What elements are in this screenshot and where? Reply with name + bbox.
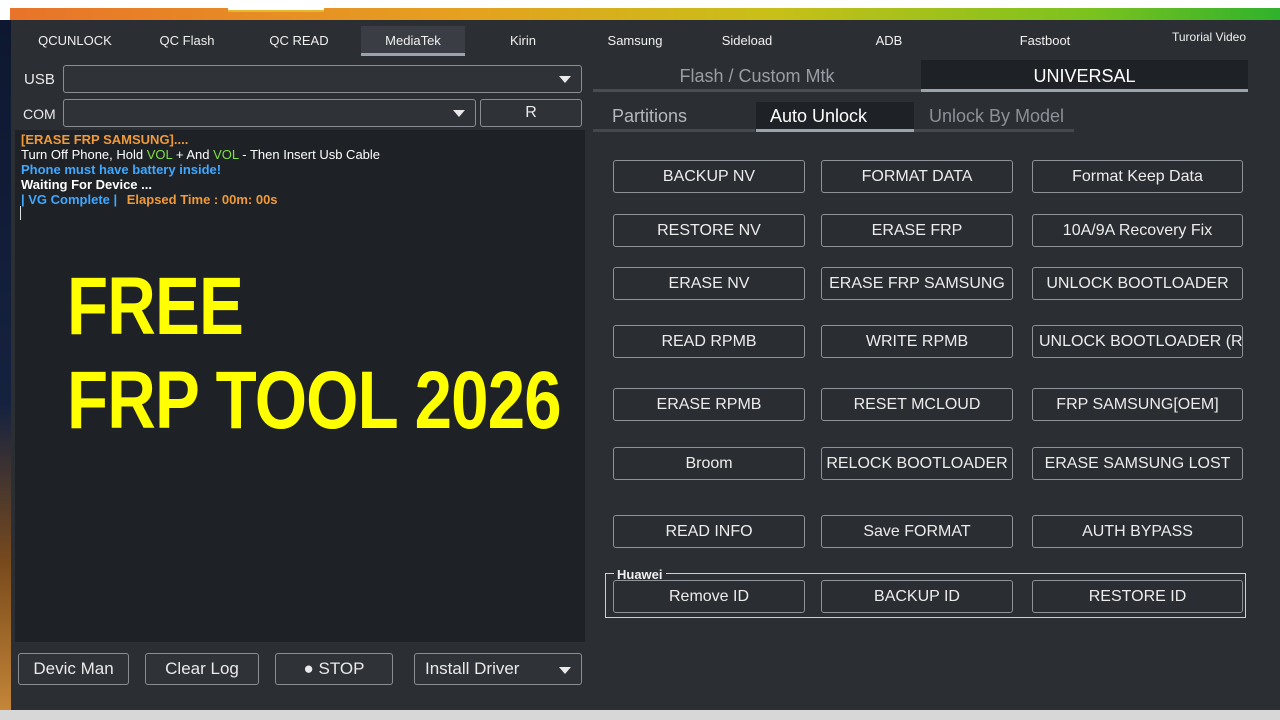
tab-qc-flash[interactable]: QC Flash: [137, 26, 237, 56]
recovery-fix-button[interactable]: 10A/9A Recovery Fix: [1032, 214, 1243, 247]
bottom-strip: [0, 710, 1280, 720]
title-gradient: [10, 8, 1280, 20]
relock-bootloader-button[interactable]: RELOCK BOOTLOADER: [821, 447, 1013, 480]
erase-nv-button[interactable]: ERASE NV: [613, 267, 805, 300]
backup-nv-button[interactable]: BACKUP NV: [613, 160, 805, 193]
chevron-down-icon: [453, 110, 465, 117]
restore-nv-button[interactable]: RESTORE NV: [613, 214, 805, 247]
erase-samsung-lost-button[interactable]: ERASE SAMSUNG LOST: [1032, 447, 1243, 480]
reset-mcloud-button[interactable]: RESET MCLOUD: [821, 388, 1013, 421]
log-vol-highlight: VOL: [213, 147, 239, 162]
log-line-status: | VG Complete | Elapsed Time : 00m: 00s: [21, 192, 278, 207]
tab-qc-read[interactable]: QC READ: [249, 26, 349, 56]
chevron-down-icon: [559, 76, 571, 83]
main-tab-bar: QCUNLOCK QC Flash QC READ MediaTek Kirin…: [11, 20, 1280, 60]
log-vg-complete: | VG Complete |: [21, 192, 118, 207]
title-bar: [0, 0, 1280, 20]
tab-flash-custom-mtk[interactable]: Flash / Custom Mtk: [593, 60, 921, 92]
refresh-button[interactable]: R: [480, 99, 582, 127]
frp-samsung-oem-button[interactable]: FRP SAMSUNG[OEM]: [1032, 388, 1243, 421]
erase-frp-samsung-button[interactable]: ERASE FRP SAMSUNG: [821, 267, 1013, 300]
tab-universal[interactable]: UNIVERSAL: [921, 60, 1248, 92]
subtab-unlock-by-model[interactable]: Unlock By Model: [914, 102, 1074, 132]
log-line-battery: Phone must have battery inside!: [21, 162, 222, 177]
tab-sideload[interactable]: Sideload: [697, 26, 797, 56]
write-rpmb-button[interactable]: WRITE RPMB: [821, 325, 1013, 358]
tab-fastboot[interactable]: Fastboot: [995, 26, 1095, 56]
tab-mediatek[interactable]: MediaTek: [361, 26, 465, 56]
backup-id-button[interactable]: BACKUP ID: [821, 580, 1013, 613]
auth-bypass-button[interactable]: AUTH BYPASS: [1032, 515, 1243, 548]
overlay-title-line1: FREE: [67, 261, 244, 352]
com-dropdown[interactable]: [63, 99, 476, 127]
tutorial-video-link[interactable]: Turorial Video: [1159, 22, 1259, 52]
com-label: COM: [23, 106, 56, 122]
text-cursor: [20, 206, 21, 220]
log-line-waiting: Waiting For Device ...: [21, 177, 152, 192]
save-format-button[interactable]: Save FORMAT: [821, 515, 1013, 548]
stop-button[interactable]: ● STOP: [275, 653, 393, 685]
tab-kirin[interactable]: Kirin: [473, 26, 573, 56]
tab-samsung[interactable]: Samsung: [585, 26, 685, 56]
restore-id-button[interactable]: RESTORE ID: [1032, 580, 1243, 613]
subtab-auto-unlock[interactable]: Auto Unlock: [756, 102, 914, 132]
erase-rpmb-button[interactable]: ERASE RPMB: [613, 388, 805, 421]
unlock-bootloader-button[interactable]: UNLOCK BOOTLOADER: [1032, 267, 1243, 300]
log-text: + And: [172, 147, 214, 162]
unlock-bootloader-re-button[interactable]: UNLOCK BOOTLOADER (Re: [1032, 325, 1243, 358]
desktop-edge: [0, 20, 11, 720]
usb-label: USB: [24, 71, 55, 88]
read-info-button[interactable]: READ INFO: [613, 515, 805, 548]
remove-id-button[interactable]: Remove ID: [613, 580, 805, 613]
log-text: - Then Insert Usb Cable: [238, 147, 381, 162]
broom-button[interactable]: Broom: [613, 447, 805, 480]
overlay-title-line2: FRP TOOL 2026: [67, 355, 562, 446]
format-data-button[interactable]: FORMAT DATA: [821, 160, 1013, 193]
log-elapsed-time: Elapsed Time : 00m: 00s: [126, 192, 278, 207]
chevron-down-icon: [559, 667, 571, 674]
tab-qcunlock[interactable]: QCUNLOCK: [25, 26, 125, 56]
log-text: Turn Off Phone, Hold: [21, 147, 147, 162]
install-driver-label: Install Driver: [425, 659, 520, 678]
device-manager-button[interactable]: Devic Man: [18, 653, 129, 685]
app-window: QCUNLOCK QC Flash QC READ MediaTek Kirin…: [11, 20, 1280, 710]
erase-frp-button[interactable]: ERASE FRP: [821, 214, 1013, 247]
format-keep-data-button[interactable]: Format Keep Data: [1032, 160, 1243, 193]
usb-dropdown[interactable]: [63, 65, 582, 93]
log-line-instruction: Turn Off Phone, Hold VOL + And VOL - The…: [21, 147, 380, 162]
read-rpmb-button[interactable]: READ RPMB: [613, 325, 805, 358]
log-line-header: [ERASE FRP SAMSUNG]....: [21, 132, 189, 147]
log-vol-highlight: VOL: [146, 147, 173, 162]
subtab-partitions[interactable]: Partitions: [593, 102, 755, 132]
clear-log-button[interactable]: Clear Log: [145, 653, 259, 685]
logo-fragment: [228, 0, 324, 12]
install-driver-dropdown[interactable]: Install Driver: [414, 653, 582, 685]
tab-adb[interactable]: ADB: [839, 26, 939, 56]
